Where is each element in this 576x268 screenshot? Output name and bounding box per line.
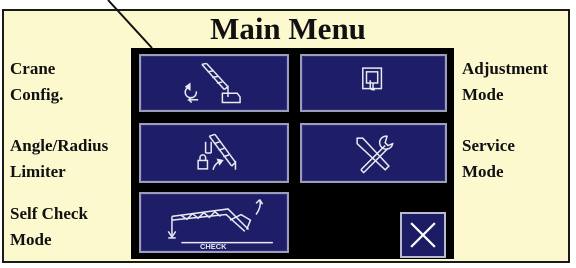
close-icon — [410, 222, 436, 248]
angle-radius-limiter-button[interactable] — [139, 123, 289, 183]
adjustment-button[interactable] — [300, 54, 447, 112]
adjustment-icon — [362, 67, 383, 91]
angle-radius-limiter-label: Angle/Radius Limiter — [10, 136, 109, 181]
adjustment-mode-label: Adjustment Mode — [462, 59, 548, 104]
service-button[interactable] — [300, 123, 447, 183]
self-check-button[interactable]: CHECK — [139, 192, 289, 253]
close-button[interactable] — [400, 212, 446, 258]
crane-config-button[interactable] — [139, 54, 289, 112]
service-mode-label: Service Mode — [462, 136, 515, 181]
self-check-icon: CHECK — [167, 199, 273, 251]
crane-config-icon — [184, 62, 241, 104]
tools-icon — [356, 135, 394, 174]
self-check-text: CHECK — [200, 242, 227, 251]
self-check-mode-label: Self Check Mode — [10, 204, 88, 249]
angle-radius-limiter-icon — [197, 133, 237, 171]
page-title: Main Menu — [210, 11, 366, 46]
crane-config-label: Crane Config. — [10, 59, 64, 104]
